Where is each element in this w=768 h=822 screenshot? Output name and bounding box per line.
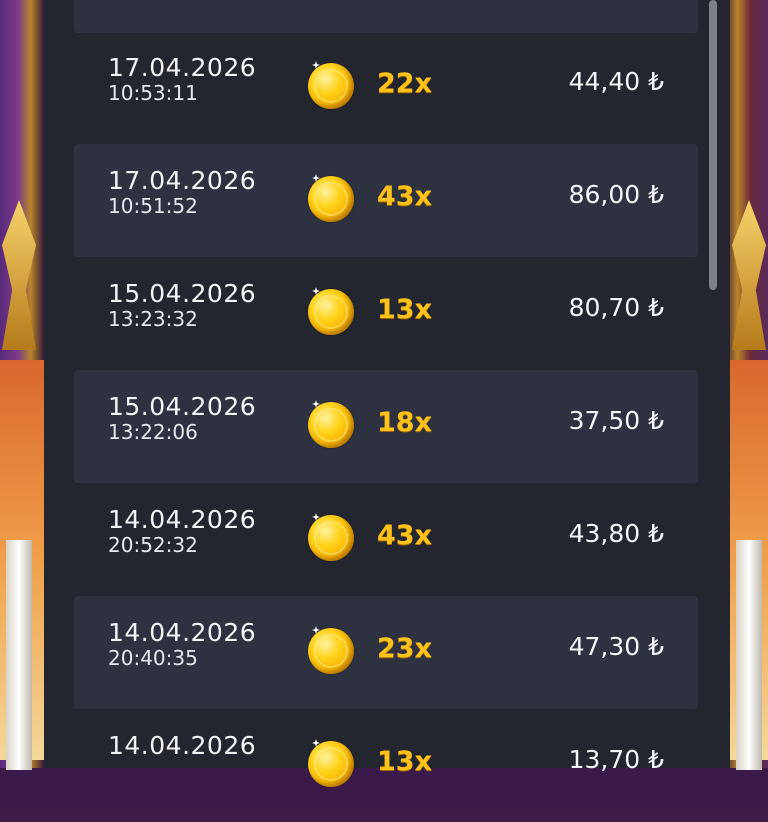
row-date: 17.04.2026 [108, 53, 257, 82]
row-time: 10:53:11 [108, 81, 198, 105]
row-date: 14.04.2026 [108, 731, 257, 760]
row-time: 20:40:35 [108, 646, 198, 670]
row-amount: 86,00 ₺ [568, 180, 664, 209]
row-amount: 44,40 ₺ [568, 67, 664, 96]
gold-coin-icon [308, 739, 354, 787]
row-date: 14.04.2026 [108, 505, 257, 534]
row-amount: 37,50 ₺ [568, 406, 664, 435]
history-row: 14.04.2026 20:52:32 43x 43,80 ₺ [74, 483, 698, 596]
row-amount: 13,70 ₺ [568, 745, 664, 774]
history-row: 14.04.2026 13x 13,70 ₺ [74, 709, 698, 822]
gold-coin-icon [308, 287, 354, 335]
row-date: 14.04.2026 [108, 618, 257, 647]
row-amount: 43,80 ₺ [568, 519, 664, 548]
history-row-partial [74, 0, 698, 33]
row-time: 13:23:32 [108, 307, 198, 331]
gold-coin-icon [308, 174, 354, 222]
gold-coin-icon [308, 513, 354, 561]
row-multiplier: 43x [377, 181, 432, 212]
background-right-scenery [724, 0, 768, 770]
scrollbar-thumb[interactable] [709, 0, 717, 290]
row-multiplier: 13x [377, 294, 432, 325]
history-row: 15.04.2026 13:23:32 13x 80,70 ₺ [74, 257, 698, 370]
gold-coin-icon [308, 626, 354, 674]
row-multiplier: 13x [377, 746, 432, 777]
history-row: 17.04.2026 10:53:11 22x 44,40 ₺ [74, 31, 698, 144]
row-multiplier: 23x [377, 633, 432, 664]
row-time: 20:52:32 [108, 533, 198, 557]
gold-ornament [732, 200, 766, 350]
history-row: 14.04.2026 20:40:35 23x 47,30 ₺ [74, 596, 698, 709]
row-multiplier: 18x [377, 407, 432, 438]
history-row: 15.04.2026 13:22:06 18x 37,50 ₺ [74, 370, 698, 483]
background-left-scenery [0, 0, 44, 770]
row-date: 17.04.2026 [108, 166, 257, 195]
row-time: 13:22:06 [108, 420, 198, 444]
row-date: 15.04.2026 [108, 279, 257, 308]
gold-coin-icon [308, 61, 354, 109]
row-amount: 47,30 ₺ [568, 632, 664, 661]
marble-pillar [6, 540, 32, 770]
row-multiplier: 43x [377, 520, 432, 551]
row-multiplier: 22x [377, 68, 432, 99]
gold-coin-icon [308, 400, 354, 448]
row-time: 10:51:52 [108, 194, 198, 218]
gold-ornament [2, 200, 36, 350]
row-date: 15.04.2026 [108, 392, 257, 421]
row-amount: 80,70 ₺ [568, 293, 664, 322]
history-row: 17.04.2026 10:51:52 43x 86,00 ₺ [74, 144, 698, 257]
marble-pillar [736, 540, 762, 770]
